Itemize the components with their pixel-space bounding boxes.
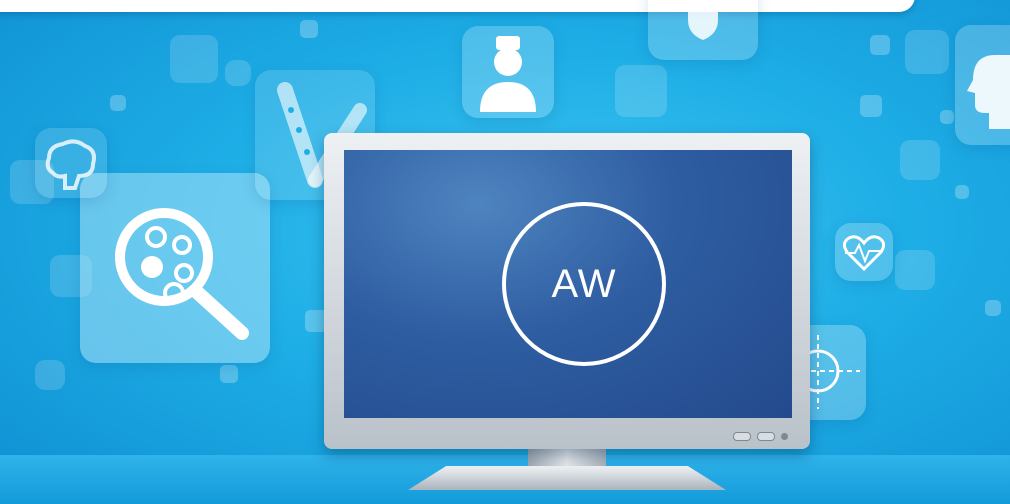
- aw-logo-text: AW: [551, 261, 617, 306]
- monitor-button: [757, 432, 775, 441]
- brain-tile: [35, 128, 107, 198]
- aw-logo: AW: [502, 202, 666, 366]
- deco-square: [905, 30, 949, 74]
- monitor: AW: [324, 133, 810, 449]
- head-profile-icon: [967, 55, 1010, 129]
- nurse-icon: [480, 36, 536, 112]
- power-indicator: [781, 433, 788, 440]
- deco-square: [860, 95, 882, 117]
- top-bar: [0, 0, 915, 12]
- heart-pulse-icon: [842, 235, 886, 272]
- deco-square: [300, 20, 318, 38]
- deco-square: [110, 95, 126, 111]
- deco-square: [870, 35, 890, 55]
- head-tile: [955, 25, 1010, 145]
- deco-square: [940, 110, 954, 124]
- magnifier-cells-icon: [115, 208, 249, 340]
- deco-square: [615, 65, 667, 117]
- shield-icon: [688, 0, 718, 40]
- monitor-button: [733, 432, 751, 441]
- deco-square: [35, 360, 65, 390]
- deco-square: [170, 35, 218, 83]
- heart-tile: [835, 223, 893, 281]
- shield-tile: [648, 0, 758, 60]
- magnifier-tile: [80, 173, 270, 363]
- deco-square: [955, 185, 969, 199]
- deco-square: [220, 365, 238, 383]
- monitor-base: [408, 466, 726, 490]
- nurse-tile: [462, 26, 554, 118]
- deco-square: [900, 140, 940, 180]
- deco-square: [225, 60, 251, 86]
- deco-square: [895, 250, 935, 290]
- monitor-buttons: [733, 432, 788, 441]
- monitor-screen: AW: [344, 150, 792, 418]
- scene: AW: [0, 0, 1010, 504]
- brain-icon: [45, 139, 96, 190]
- deco-square: [985, 300, 1001, 316]
